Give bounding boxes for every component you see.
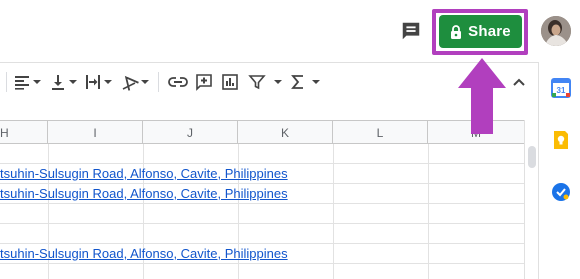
align-bottom-icon xyxy=(52,75,64,90)
table-row[interactable]: tsuhin-Sulsugin Road, Alfonso, Cavite, P… xyxy=(0,164,524,184)
cell-link[interactable]: tsuhin-Sulsugin Road, Alfonso, Cavite, P… xyxy=(0,185,288,203)
table-row[interactable] xyxy=(0,264,524,279)
chevron-down-icon xyxy=(274,80,282,84)
svg-text:31: 31 xyxy=(557,86,566,95)
cell-link[interactable]: tsuhin-Sulsugin Road, Alfonso, Cavite, P… xyxy=(0,165,288,183)
column-header-k[interactable]: K xyxy=(238,121,333,144)
share-label: Share xyxy=(468,23,511,40)
table-row[interactable] xyxy=(0,144,524,164)
chevron-down-icon xyxy=(141,80,149,84)
text-wrap-icon xyxy=(86,75,100,89)
table-row[interactable] xyxy=(0,224,524,244)
annotation-arrow-icon xyxy=(458,58,506,134)
chevron-down-icon xyxy=(33,80,41,84)
filter-button[interactable] xyxy=(248,70,282,94)
lock-icon xyxy=(451,24,462,39)
avatar[interactable] xyxy=(541,16,571,46)
toolbar-divider xyxy=(6,72,7,92)
chevron-down-icon xyxy=(312,80,320,84)
align-left-icon xyxy=(15,76,29,90)
comment-add-icon xyxy=(196,74,212,91)
table-row[interactable]: tsuhin-Sulsugin Road, Alfonso, Cavite, P… xyxy=(0,184,524,204)
insert-chart-button[interactable] xyxy=(221,70,239,94)
column-header-bar: H I J K L M xyxy=(0,120,524,144)
tasks-icon[interactable] xyxy=(551,182,571,202)
share-button[interactable]: Share xyxy=(439,15,522,48)
text-rotation-button[interactable] xyxy=(121,70,149,94)
functions-icon xyxy=(291,75,303,89)
toolbar-divider xyxy=(158,72,159,92)
collapse-chevron-icon xyxy=(513,78,525,86)
vertical-align-button[interactable] xyxy=(49,70,77,94)
side-panel: 31 xyxy=(538,62,580,279)
chart-icon xyxy=(222,74,238,90)
chevron-down-icon xyxy=(69,80,77,84)
vertical-scrollbar[interactable] xyxy=(524,120,538,279)
column-header-i[interactable]: I xyxy=(48,121,143,144)
column-header-j[interactable]: J xyxy=(143,121,238,144)
filter-icon xyxy=(248,75,266,90)
horizontal-align-button[interactable] xyxy=(13,70,41,94)
text-wrapping-button[interactable] xyxy=(84,70,112,94)
link-icon xyxy=(168,77,188,87)
table-row[interactable]: tsuhin-Sulsugin Road, Alfonso, Cavite, P… xyxy=(0,244,524,264)
functions-button[interactable] xyxy=(290,70,320,94)
text-rotate-icon xyxy=(122,75,139,91)
table-row[interactable] xyxy=(0,204,524,224)
chevron-down-icon xyxy=(104,80,112,84)
cell-link[interactable]: tsuhin-Sulsugin Road, Alfonso, Cavite, P… xyxy=(0,245,288,263)
column-header-h[interactable]: H xyxy=(0,121,48,144)
insert-link-button[interactable] xyxy=(168,70,188,94)
hide-menus-button[interactable] xyxy=(511,70,527,94)
comment-history-icon[interactable] xyxy=(398,18,424,44)
keep-icon[interactable] xyxy=(551,130,571,150)
calendar-icon[interactable]: 31 xyxy=(551,78,571,98)
cell-grid[interactable]: tsuhin-Sulsugin Road, Alfonso, Cavite, P… xyxy=(0,144,524,279)
top-bar: Share xyxy=(0,0,580,62)
scrollbar-thumb[interactable] xyxy=(528,146,536,168)
insert-comment-button[interactable] xyxy=(195,70,213,94)
column-header-l[interactable]: L xyxy=(333,121,428,144)
